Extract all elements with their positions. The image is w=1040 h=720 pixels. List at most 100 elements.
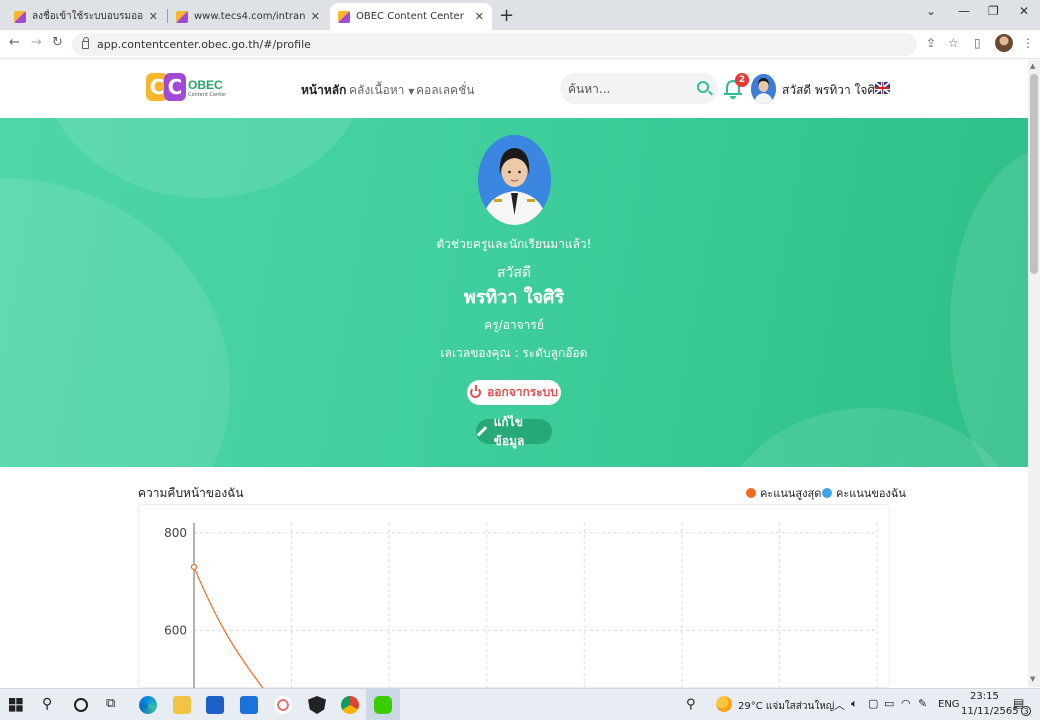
pen-icon[interactable]: ✎ — [918, 697, 927, 710]
search-icon[interactable]: ⚲ — [42, 696, 52, 712]
line-app-icon[interactable] — [374, 696, 392, 714]
chrome-browser-icon[interactable] — [341, 696, 359, 714]
minimize-icon[interactable]: — — [958, 4, 970, 18]
browser-tab-2[interactable]: www.tecs4.com/intranet/obeccc ✕ — [168, 3, 328, 30]
edit-profile-button[interactable]: แก้ไขข้อมูล — [476, 415, 552, 448]
browser-tab-1[interactable]: ลงชื่อเข้าใช้ระบบอบรมออนไลน์ ✕ — [6, 3, 166, 30]
tab-search-icon[interactable]: ⌄ — [926, 4, 936, 18]
url-text: app.contentcenter.obec.go.th/#/profile — [97, 38, 311, 51]
browser-toolbar: ← → ↻ app.contentcenter.obec.go.th/#/pro… — [0, 30, 1040, 59]
device-icon[interactable]: ▢ — [868, 697, 878, 710]
browser-tab-3[interactable]: OBEC Content Center ✕ — [330, 3, 492, 30]
bookmark-star-icon[interactable]: ☆ — [948, 36, 959, 50]
user-avatar[interactable] — [751, 74, 776, 104]
legend-label: คะแนนสูงสุด — [760, 487, 822, 500]
browser-profile-avatar[interactable] — [995, 34, 1013, 52]
logout-label: ออกจากระบบ — [487, 385, 558, 399]
lock-icon — [82, 36, 89, 49]
chevron-up-icon[interactable]: ︿ — [834, 697, 845, 713]
notification-badge: 2 — [735, 73, 749, 87]
window-close-icon[interactable]: ✕ — [1019, 4, 1029, 18]
logo-letter: C — [164, 73, 186, 101]
task-view-icon[interactable]: ⧉ — [106, 696, 115, 711]
favicon-icon — [14, 10, 26, 23]
windows-start-icon[interactable] — [9, 698, 23, 712]
clock-time[interactable]: 23:15 — [970, 691, 999, 702]
file-explorer-icon[interactable] — [173, 696, 191, 714]
tab-title: OBEC Content Center — [356, 11, 464, 22]
nav-content-library-label: คลังเนื้อหา — [349, 83, 405, 97]
legend-item-my-score[interactable]: คะแนนของฉัน — [822, 484, 906, 502]
pencil-icon — [476, 426, 488, 437]
nav-content-library[interactable]: คลังเนื้อหา ▼ — [349, 81, 414, 100]
new-tab-button[interactable]: + — [499, 5, 514, 26]
profile-hero: ตัวช่วยครูและนักเรียนมาแล้ว! สวัสดี พรทิ… — [0, 118, 1028, 467]
search-icon[interactable] — [697, 81, 709, 93]
profile-photo-image — [478, 135, 551, 225]
edge-browser-icon[interactable] — [139, 696, 157, 714]
close-icon[interactable]: ✕ — [149, 10, 158, 23]
y-tick-label: 800 — [164, 526, 187, 540]
caret-down-icon: ▼ — [408, 87, 415, 96]
close-icon[interactable]: ✕ — [475, 10, 484, 23]
scroll-down-icon[interactable]: ▼ — [1030, 675, 1035, 683]
hero-user-level: เลเวลของคุณ : ระดับลูกอ๊อด — [440, 346, 588, 360]
decor-circle — [40, 118, 370, 198]
edit-profile-label: แก้ไขข้อมูล — [493, 414, 525, 448]
progress-title: ความคืบหน้าของฉัน — [138, 486, 244, 500]
speaker-icon[interactable]: 🔈︎ — [851, 697, 858, 711]
profile-photo — [478, 135, 551, 225]
browser-tab-strip: ลงชื่อเข้าใช้ระบบอบรมออนไลน์ ✕ www.tecs4… — [0, 0, 1040, 30]
progress-chart-card: 800 600 — [138, 504, 890, 689]
notification-count: 3 — [1021, 706, 1031, 716]
hero-user-name: พรทิวา ใจศิริ — [463, 287, 565, 308]
snip-tool-icon[interactable] — [274, 696, 292, 714]
page-scrollbar[interactable]: ▲ ▼ — [1028, 60, 1040, 687]
logo-subtitle: Content Center — [188, 92, 227, 98]
windows-taskbar: ⚲ ⧉ ⚲ 29°C แจ่มใสส่วนใหญ่ ︿ 🔈︎ ▢ ▭ ◠ ✎ E… — [0, 688, 1040, 720]
search-box — [560, 73, 718, 104]
progress-chart: 800 600 — [164, 523, 878, 689]
back-icon[interactable]: ← — [9, 35, 20, 50]
hero-user-role: ครู/อาจารย์ — [484, 318, 544, 332]
nav-collection[interactable]: คอลเลคชั่น — [416, 81, 474, 100]
security-shield-icon[interactable] — [308, 696, 326, 714]
search-input[interactable] — [568, 80, 688, 97]
side-panel-icon[interactable]: ▯ — [974, 36, 981, 50]
logout-button[interactable]: ออกจากระบบ — [467, 380, 561, 405]
forward-icon[interactable]: → — [31, 35, 42, 50]
user-greeting-name[interactable]: สวัสดี พรทิวา ใจศิริ — [782, 81, 882, 100]
share-icon[interactable]: ⇪ — [926, 36, 936, 50]
restore-icon[interactable]: ❐ — [988, 4, 999, 18]
wifi-icon[interactable]: ◠ — [901, 697, 911, 710]
input-language[interactable]: ENG — [938, 699, 960, 710]
tab-title: www.tecs4.com/intranet/obeccc — [194, 11, 305, 22]
mail-icon[interactable] — [240, 696, 258, 714]
weather-sun-icon[interactable] — [716, 696, 732, 712]
legend-item-max-score[interactable]: คะแนนสูงสุด — [746, 484, 821, 502]
scroll-thumb[interactable] — [1030, 74, 1038, 274]
legend-label: คะแนนของฉัน — [836, 487, 906, 500]
reload-icon[interactable]: ↻ — [52, 35, 63, 50]
obec-logo[interactable]: C C OBEC Content Center — [146, 72, 226, 104]
series-line — [193, 566, 265, 689]
series-point — [190, 563, 198, 571]
site-header: C C OBEC Content Center หน้าหลัก คลังเนื… — [0, 60, 1028, 118]
address-bar[interactable]: app.contentcenter.obec.go.th/#/profile — [72, 33, 917, 56]
nav-home[interactable]: หน้าหลัก — [301, 81, 346, 100]
close-icon[interactable]: ✕ — [311, 10, 320, 23]
uk-flag-icon[interactable] — [875, 82, 890, 94]
store-icon[interactable] — [206, 696, 224, 714]
clock-date[interactable]: 11/11/2565 — [961, 706, 1019, 717]
cortana-icon[interactable] — [74, 698, 88, 712]
favicon-icon — [338, 10, 350, 23]
hero-tagline: ตัวช่วยครูและนักเรียนมาแล้ว! — [436, 237, 592, 251]
logo-name: OBEC — [188, 78, 223, 92]
battery-icon[interactable]: ▭ — [884, 697, 894, 710]
people-icon[interactable]: ⚲ — [686, 697, 696, 712]
weather-text[interactable]: 29°C แจ่มใสส่วนใหญ่ — [738, 699, 834, 714]
hero-hello: สวัสดี — [496, 265, 532, 281]
scroll-up-icon[interactable]: ▲ — [1030, 62, 1035, 70]
tab-title: ลงชื่อเข้าใช้ระบบอบรมออนไลน์ — [32, 11, 143, 22]
menu-kebab-icon[interactable]: ⋮ — [1022, 36, 1034, 50]
